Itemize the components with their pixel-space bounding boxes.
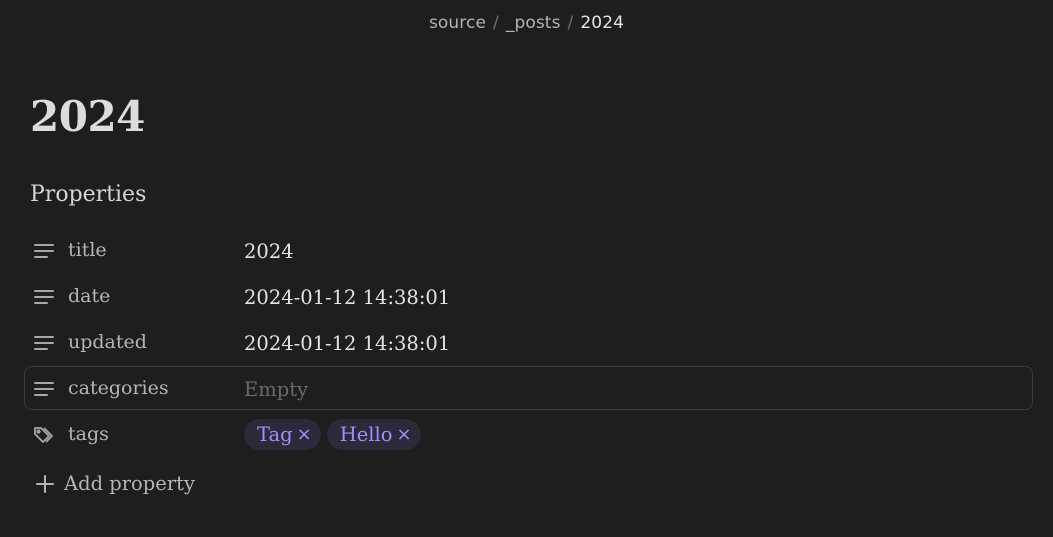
text-lines-icon[interactable] [33, 333, 55, 353]
property-value[interactable]: 2024-01-12 14:38:01 [244, 332, 450, 355]
breadcrumb: source / _posts / 2024 [0, 13, 1053, 33]
property-row-categories[interactable]: categories Empty [24, 366, 1033, 410]
property-row-updated[interactable]: updated 2024-01-12 14:38:01 [24, 320, 1033, 364]
page-title[interactable]: 2024 [30, 92, 145, 141]
tags-icon[interactable] [33, 425, 55, 445]
property-name[interactable]: date [68, 285, 110, 307]
property-value-input[interactable]: Empty [244, 378, 308, 401]
close-icon[interactable]: × [297, 425, 312, 444]
text-lines-icon[interactable] [33, 241, 55, 261]
property-row-date[interactable]: date 2024-01-12 14:38:01 [24, 274, 1033, 318]
property-name[interactable]: updated [68, 331, 147, 353]
property-name[interactable]: title [68, 239, 107, 261]
property-value[interactable]: 2024-01-12 14:38:01 [244, 286, 450, 309]
close-icon[interactable]: × [396, 425, 411, 444]
text-lines-icon[interactable] [33, 379, 55, 399]
tag-label[interactable]: Tag [257, 423, 293, 446]
properties-heading[interactable]: Properties [30, 182, 146, 207]
tag-list: Tag × Hello × [244, 419, 421, 450]
tag-label[interactable]: Hello [340, 423, 393, 446]
breadcrumb-item-posts[interactable]: _posts [506, 13, 561, 33]
tag-pill[interactable]: Hello × [326, 419, 421, 450]
add-property-button[interactable]: Add property [35, 472, 195, 495]
property-name[interactable]: tags [68, 423, 109, 445]
text-lines-icon[interactable] [33, 287, 55, 307]
property-name[interactable]: categories [68, 377, 169, 399]
breadcrumb-separator: / [493, 13, 499, 33]
breadcrumb-item-current[interactable]: 2024 [580, 13, 624, 33]
tag-pill[interactable]: Tag × [244, 419, 321, 450]
breadcrumb-separator: / [567, 13, 574, 33]
property-row-tags[interactable]: tags Tag × Hello × [24, 412, 1033, 456]
breadcrumb-item-source[interactable]: source [429, 13, 486, 33]
property-value[interactable]: 2024 [244, 240, 294, 263]
add-property-label: Add property [64, 472, 195, 495]
properties-list: title 2024 date 2024-01-12 14:38:01 upda… [24, 228, 1033, 458]
property-row-title[interactable]: title 2024 [24, 228, 1033, 272]
plus-icon [35, 474, 55, 494]
